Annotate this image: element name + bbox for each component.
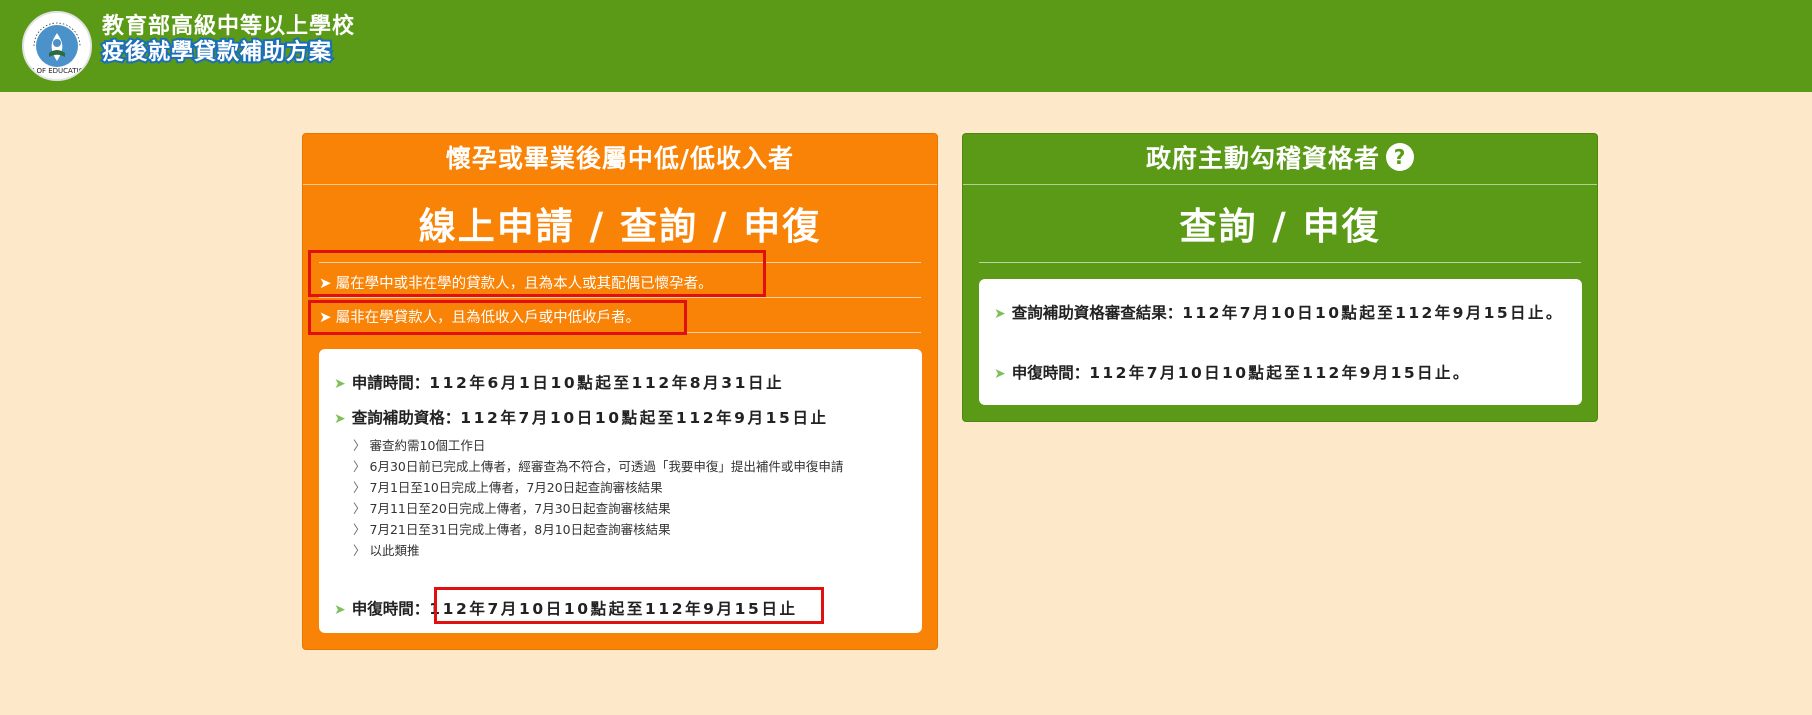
- review-notes: 〉審查約需10個工作日 〉 6月30日前已完成上傳者，經審查為不符合，可透過「我要…: [353, 435, 913, 561]
- note-item: 〉 7月1日至10日完成上傳者，7月20日起查詢審核結果: [353, 480, 663, 495]
- help-icon[interactable]: ?: [1386, 143, 1414, 171]
- green-arrow-icon: ➤: [334, 411, 346, 427]
- appeal-time-row: ➤ 申復時間：112年7月10日10點起至112年9月15日止。: [994, 364, 1471, 382]
- site-title-line1: 教育部高級中等以上學校: [102, 14, 356, 39]
- green-arrow-icon: ➤: [334, 602, 346, 618]
- panel-heading: 政府主動勾稽資格者?: [963, 134, 1597, 185]
- note-item: 〉 6月30日前已完成上傳者，經審查為不符合，可透過「我要申復」提出補件或申復申請: [353, 459, 844, 474]
- online-apply-link[interactable]: 線上申請 / 查詢 / 申復: [303, 208, 937, 245]
- divider: [979, 262, 1581, 263]
- site-title[interactable]: 教育部高級中等以上學校 疫後就學貸款補助方案: [100, 14, 356, 67]
- schedule-card: ➤ 查詢補助資格審查結果：112年7月10日10點起至112年9月15日止。 ➤ 申…: [979, 279, 1582, 405]
- note-item: 〉 7月21日至31日完成上傳者，8月10日起查詢審核結果: [353, 522, 671, 537]
- check-eligibility-row: ➤ 查詢補助資格：112年7月10日10點起至112年9月15日止: [334, 409, 829, 427]
- ministry-logo[interactable]: MINISTRY OF EDUCATION 教育部: [22, 11, 92, 81]
- note-item: 〉 7月11日至20日完成上傳者，7月30日起查詢審核結果: [353, 501, 671, 516]
- ministry-emblem-icon: MINISTRY OF EDUCATION 教育部: [24, 15, 90, 77]
- site-title-line2: 疫後就學貸款補助方案: [100, 38, 333, 67]
- apply-time-row: ➤ 申請時間：112年6月1日10點起至112年8月31日止: [334, 374, 785, 392]
- note-item: 〉以此類推: [353, 543, 420, 558]
- divider: [319, 297, 921, 298]
- government-check-panel[interactable]: 政府主動勾稽資格者? 查詢 / 申復 ➤ 查詢補助資格審查結果：112年7月10日…: [962, 133, 1598, 422]
- highlight-box: [308, 250, 766, 297]
- site-header: MINISTRY OF EDUCATION 教育部 教育部高級中等以上學校 疫後…: [0, 0, 1812, 92]
- green-arrow-icon: ➤: [334, 376, 346, 392]
- panel-heading: 懷孕或畢業後屬中低/低收入者: [303, 134, 937, 185]
- highlight-box: [308, 300, 687, 335]
- green-arrow-icon: ➤: [994, 306, 1006, 322]
- pregnant-lowincome-panel[interactable]: 懷孕或畢業後屬中低/低收入者 線上申請 / 查詢 / 申復 ➤ 屬在學中或非在學的…: [302, 133, 938, 650]
- query-appeal-link[interactable]: 查詢 / 申復: [963, 208, 1597, 245]
- schedule-card: ➤ 申請時間：112年6月1日10點起至112年8月31日止 ➤ 查詢補助資格：11…: [319, 349, 922, 633]
- note-item: 〉審查約需10個工作日: [353, 438, 486, 453]
- green-arrow-icon: ➤: [994, 366, 1006, 382]
- review-result-row: ➤ 查詢補助資格審查結果：112年7月10日10點起至112年9月15日止。: [994, 304, 1564, 322]
- logo-caption: MINISTRY OF EDUCATION 教育部: [24, 66, 90, 75]
- highlight-box: [434, 587, 824, 624]
